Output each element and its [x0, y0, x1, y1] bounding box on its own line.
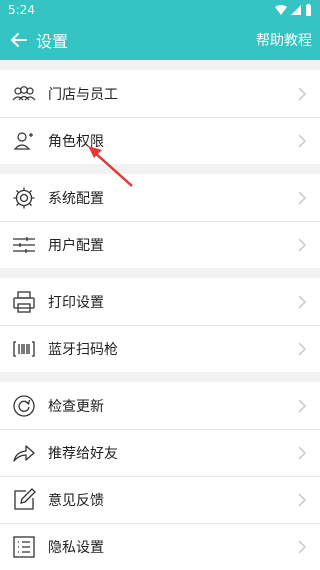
- settings-item-label: 系统配置: [48, 190, 104, 207]
- settings-group-1: 门店与员工 角色权限: [0, 70, 320, 164]
- settings-item-label: 意见反馈: [48, 493, 104, 509]
- signal-icon: [291, 5, 301, 15]
- settings-item-role-permission[interactable]: 角色权限: [0, 117, 320, 164]
- settings-item-label: 用户配置: [48, 238, 104, 254]
- settings-item-store-staff[interactable]: 门店与员工: [0, 70, 320, 117]
- share-icon: [12, 441, 36, 465]
- page-title: 设置: [36, 32, 69, 51]
- chevron-right-icon: [298, 446, 307, 460]
- settings-item-recommend[interactable]: 推荐给好友: [0, 429, 320, 476]
- help-tutorial-link[interactable]: 帮助教程: [256, 30, 312, 50]
- settings-group-4: 检查更新 推荐给好友 意见反馈 隐私设置: [0, 382, 320, 570]
- privacy-list-icon: [12, 535, 36, 559]
- settings-item-privacy[interactable]: 隐私设置: [0, 523, 320, 570]
- role-permission-icon: [12, 129, 36, 153]
- settings-item-label: 隐私设置: [48, 540, 104, 556]
- settings-item-label: 门店与员工: [48, 86, 118, 103]
- settings-item-label: 蓝牙扫码枪: [48, 342, 118, 358]
- chevron-right-icon: [298, 398, 307, 413]
- settings-item-label: 角色权限: [48, 134, 104, 150]
- gear-icon: [12, 186, 36, 210]
- settings-item-bluetooth-scanner[interactable]: 蓝牙扫码枪: [0, 325, 320, 372]
- wifi-icon: [275, 5, 287, 15]
- store-staff-icon: [12, 82, 36, 106]
- app-bar: 设置 帮助教程: [0, 20, 320, 60]
- chevron-right-icon: [298, 342, 307, 356]
- chevron-right-icon: [298, 190, 307, 205]
- battery-icon: [306, 4, 311, 16]
- settings-item-label: 推荐给好友: [48, 446, 118, 462]
- chevron-right-icon: [298, 540, 307, 554]
- barcode-icon: [12, 337, 36, 361]
- chevron-right-icon: [298, 134, 307, 148]
- sliders-icon: [12, 233, 36, 257]
- settings-item-user-config[interactable]: 用户配置: [0, 221, 320, 268]
- settings-group-2: 系统配置 用户配置: [0, 174, 320, 268]
- chevron-right-icon: [298, 86, 307, 101]
- settings-item-print[interactable]: 打印设置: [0, 278, 320, 325]
- feedback-icon: [12, 488, 36, 512]
- settings-item-label: 打印设置: [48, 294, 104, 311]
- status-bar: 5:24: [0, 0, 320, 20]
- chevron-right-icon: [298, 493, 307, 507]
- status-icons: [275, 4, 312, 16]
- chevron-right-icon: [298, 238, 307, 252]
- settings-item-system-config[interactable]: 系统配置: [0, 174, 320, 221]
- chevron-right-icon: [298, 294, 307, 309]
- back-arrow-icon[interactable]: [10, 31, 28, 49]
- settings-item-feedback[interactable]: 意见反馈: [0, 476, 320, 523]
- refresh-icon: [12, 394, 36, 418]
- settings-item-check-update[interactable]: 检查更新: [0, 382, 320, 429]
- settings-item-label: 检查更新: [48, 398, 104, 415]
- settings-group-3: 打印设置 蓝牙扫码枪: [0, 278, 320, 372]
- printer-icon: [12, 290, 36, 314]
- status-time: 5:24: [8, 3, 35, 17]
